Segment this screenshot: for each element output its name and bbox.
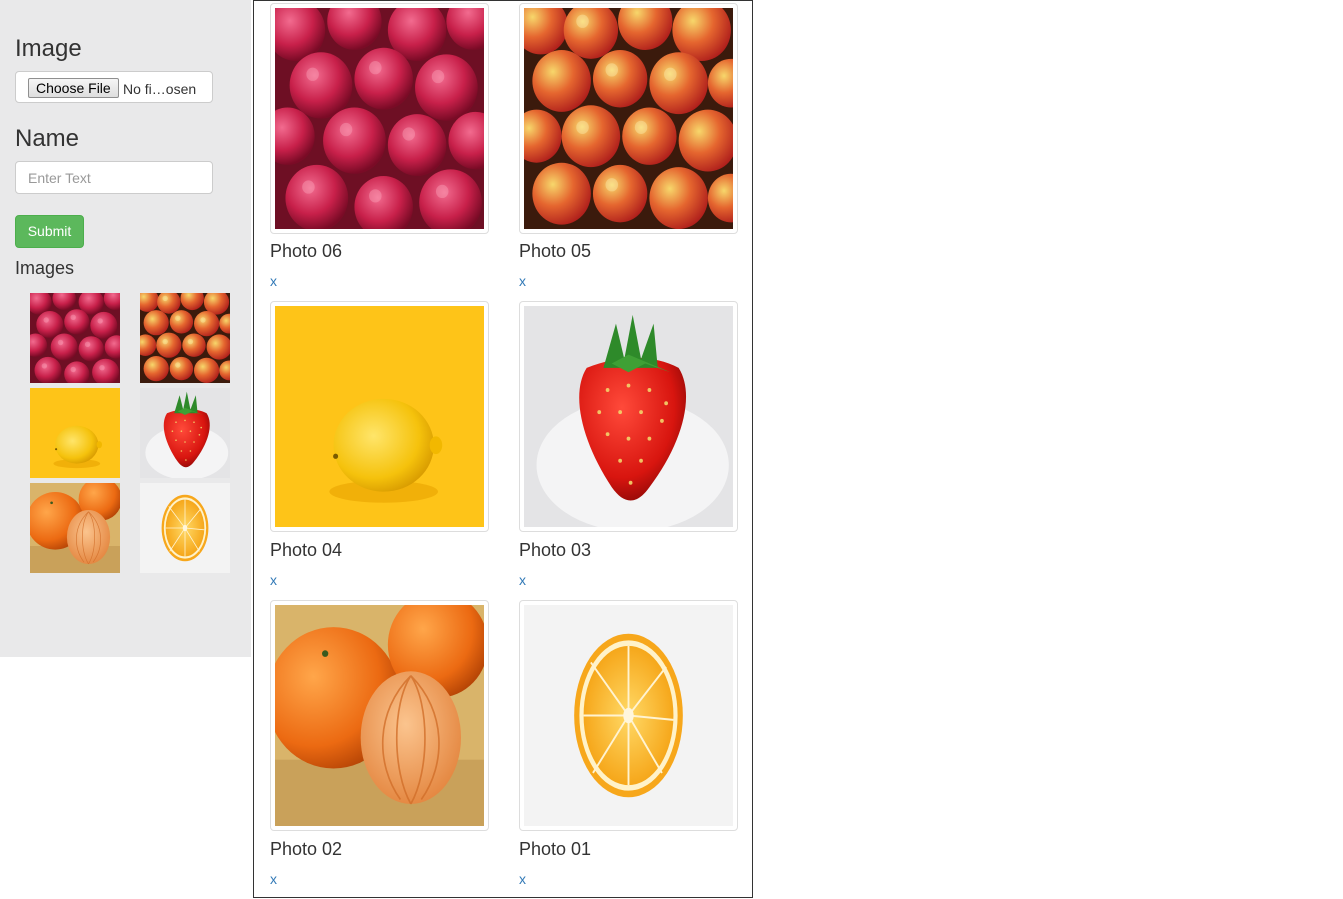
name-label: Name (15, 125, 80, 152)
photo-card[interactable] (270, 600, 489, 831)
thumbnail-tangerines[interactable] (30, 483, 120, 573)
remove-photo-link[interactable]: x (519, 871, 526, 887)
photo-caption: Photo 04 (270, 540, 343, 560)
lemon-image (275, 306, 484, 527)
photo-card[interactable] (270, 3, 489, 234)
photo-gallery: Photo 06 x Photo 05 x Photo 04 x Photo 0… (253, 0, 753, 898)
thumbnail-lemon[interactable] (30, 388, 120, 478)
photo-caption: Photo 01 (519, 839, 592, 859)
remove-photo-link[interactable]: x (270, 273, 277, 289)
file-input[interactable]: Choose File No fi…osen (15, 71, 213, 103)
remove-photo-link[interactable]: x (270, 871, 277, 887)
raspberries-image (30, 293, 120, 383)
orange-slice-image (140, 483, 230, 573)
remove-photo-link[interactable]: x (519, 273, 526, 289)
lemon-image (30, 388, 120, 478)
raspberries-image (275, 8, 484, 229)
photo-card[interactable] (519, 3, 738, 234)
thumbnail-raspberries[interactable] (30, 293, 120, 383)
orange-slice-image (524, 605, 733, 826)
tangerines-image (30, 483, 120, 573)
thumbnail-orange-slice[interactable] (140, 483, 230, 573)
apples-image (140, 293, 230, 383)
choose-file-button[interactable]: Choose File (28, 78, 119, 98)
name-input[interactable] (15, 161, 213, 194)
submit-button[interactable]: Submit (15, 215, 84, 248)
photo-caption: Photo 02 (270, 839, 343, 859)
apples-image (524, 8, 733, 229)
tangerines-image (275, 605, 484, 826)
image-label: Image (15, 35, 82, 62)
thumbnail-strawberry[interactable] (140, 388, 230, 478)
photo-caption: Photo 03 (519, 540, 592, 560)
strawberry-image (524, 306, 733, 527)
photo-card[interactable] (519, 600, 738, 831)
upload-form-panel: Image Choose File No fi…osen Name Submit… (0, 0, 251, 657)
remove-photo-link[interactable]: x (519, 572, 526, 588)
photo-card[interactable] (519, 301, 738, 532)
thumbnail-apples[interactable] (140, 293, 230, 383)
photo-caption: Photo 06 (270, 241, 343, 261)
remove-photo-link[interactable]: x (270, 572, 277, 588)
photo-card[interactable] (270, 301, 489, 532)
strawberry-image (140, 388, 230, 478)
file-status-text: No fi…osen (123, 81, 197, 97)
photo-caption: Photo 05 (519, 241, 592, 261)
images-label: Images (15, 258, 75, 278)
